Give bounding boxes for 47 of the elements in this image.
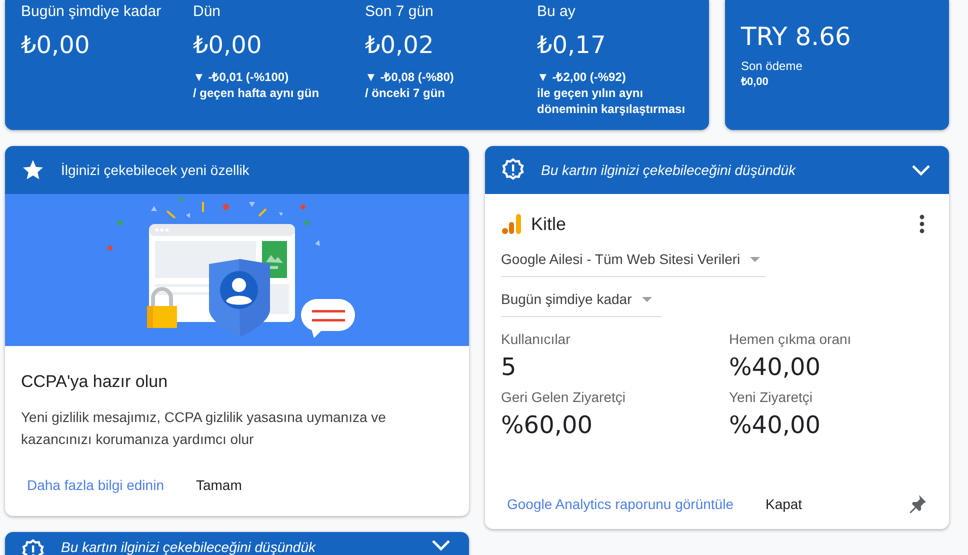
metric-label: Geri Gelen Ziyaretçi xyxy=(501,389,626,405)
text-button[interactable]: Tamam xyxy=(190,471,248,499)
card-description: Yeni gizlilik mesajımız, CCPA gizlilik yasasına uymanıza ve kazancınızı korumanıza yardımcı olur xyxy=(21,408,387,449)
card-heading: CCPA'ya hazır olun xyxy=(21,372,169,392)
metric-value: %60,00 xyxy=(501,411,594,439)
card-title: Kitle xyxy=(531,214,568,234)
balance-amount: TRY 8.66 xyxy=(741,22,852,51)
alert-badge-icon xyxy=(501,158,525,182)
dropdown[interactable]: Google Ailesi - Tüm Web Sitesi Verileri xyxy=(501,242,766,277)
earnings-comparison: / önceki 7 gün xyxy=(365,85,446,101)
metric-label: Yeni Ziyaretçi xyxy=(729,389,814,405)
last-payment-label: Son ödeme xyxy=(741,58,804,74)
bar-chart-icon xyxy=(501,213,523,235)
card-header-title: Bu kartın ilginizi çekebileceğini düşündük xyxy=(541,162,797,178)
earnings-comparison: ile geçen yılın aynı döneminin karşılaştırması xyxy=(537,85,686,117)
earnings-change: ▼ -₺0,08 (-%80) xyxy=(365,69,455,85)
dropdown-arrow-icon xyxy=(750,256,760,262)
card-header-title: İlginizi çekebilecek yeni özellik xyxy=(61,162,250,178)
more-vert-icon xyxy=(919,214,925,234)
earnings-value: ₺0,02 xyxy=(365,31,435,59)
metric-label: Kullanıcılar xyxy=(501,331,572,347)
dropdown-value: Bugün şimdiye kadar xyxy=(501,291,632,307)
earnings-change: ▼ -₺0,01 (-%100) xyxy=(193,69,290,85)
pin-icon xyxy=(907,494,927,514)
metric-value: %40,00 xyxy=(729,411,822,439)
earnings-value: ₺0,00 xyxy=(21,31,91,59)
metric-value: %40,00 xyxy=(729,353,822,381)
card-header-title: Bu kartın ilginizi çekebileceğini düşündük xyxy=(61,539,317,555)
metric-label: Hemen çıkma oranı xyxy=(729,331,852,347)
dropdown-value: Google Ailesi - Tüm Web Sitesi Verileri xyxy=(501,251,740,267)
earnings-change: ▼ -₺2,00 (-%92) xyxy=(537,69,627,85)
earnings-value: ₺0,00 xyxy=(193,31,263,59)
earnings-label: Dün xyxy=(193,3,222,22)
text-button[interactable]: Kapat xyxy=(759,490,808,518)
star-icon xyxy=(21,158,45,182)
dropdown[interactable]: Bugün şimdiye kadar xyxy=(501,282,662,317)
earnings-value: ₺0,17 xyxy=(537,31,607,59)
link[interactable]: Google Analytics raporunu görüntüle xyxy=(501,490,740,518)
pin-button[interactable] xyxy=(907,494,927,514)
last-payment-value: ₺0,00 xyxy=(741,75,770,90)
earnings-label: Son 7 gün xyxy=(365,3,434,22)
dropdown-arrow-icon xyxy=(642,296,652,302)
earnings-label: Bugün şimdiye kadar xyxy=(21,3,162,22)
metric-value: 5 xyxy=(501,353,518,381)
earnings-label: Bu ay xyxy=(537,3,576,22)
earnings-comparison: / geçen hafta aynı gün xyxy=(193,85,320,101)
link[interactable]: Daha fazla bilgi edinin xyxy=(21,471,170,499)
